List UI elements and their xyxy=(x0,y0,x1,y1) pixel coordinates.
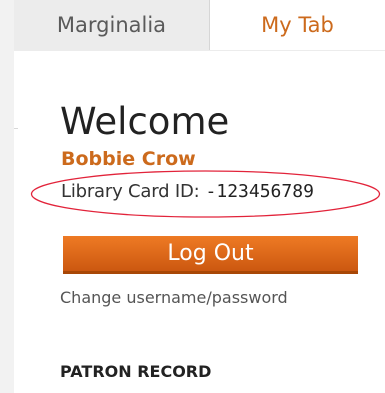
tab-bar: Marginalia My Tab xyxy=(0,0,385,54)
logout-button[interactable]: Log Out xyxy=(63,236,358,274)
user-name: Bobbie Crow xyxy=(61,148,196,170)
change-credentials-link[interactable]: Change username/password xyxy=(60,287,288,309)
panel-edge-mark xyxy=(14,128,18,129)
logout-button-label: Log Out xyxy=(167,241,254,266)
patron-record-heading: PATRON RECORD xyxy=(60,362,212,381)
highlight-ellipse xyxy=(30,170,381,218)
highlight-ellipse-shape xyxy=(30,170,381,218)
welcome-heading: Welcome xyxy=(60,100,230,143)
tab-my-tab-label: My Tab xyxy=(261,13,334,37)
tab-my-tab[interactable]: My Tab xyxy=(210,0,385,50)
tab-marginalia-label: Marginalia xyxy=(56,13,167,37)
tab-marginalia[interactable]: Marginalia xyxy=(14,0,210,50)
